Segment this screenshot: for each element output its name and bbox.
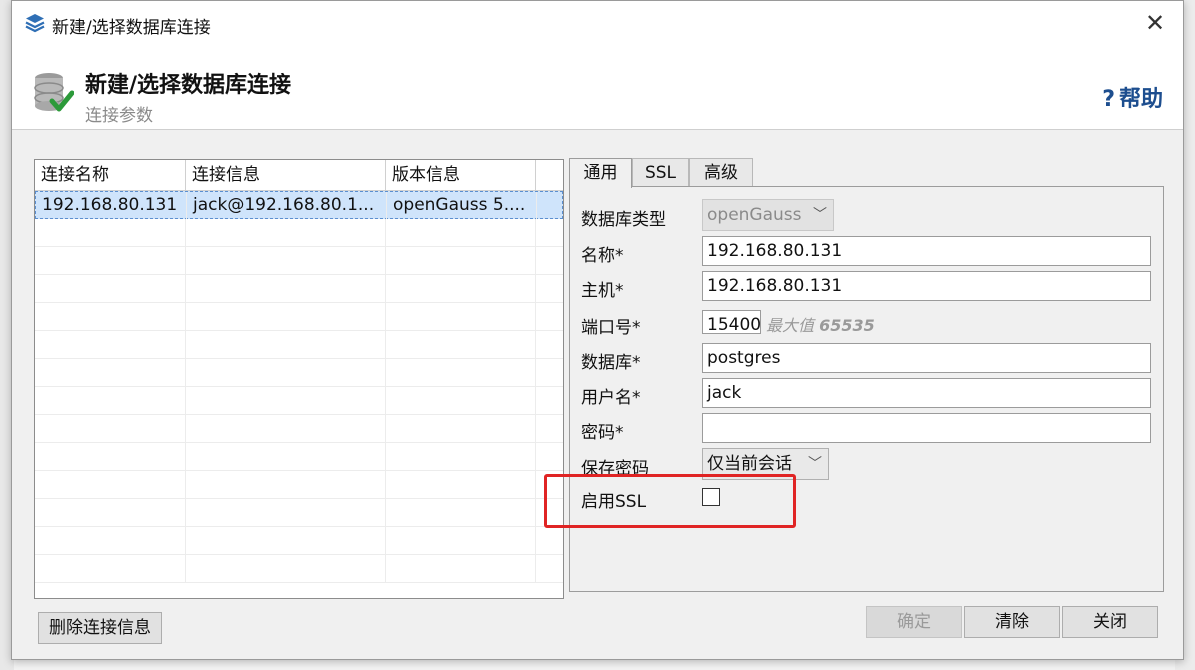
table-header: 连接名称 连接信息 版本信息 — [35, 160, 563, 191]
table-row-empty — [35, 303, 563, 331]
chevron-down-icon: ﹀ — [808, 456, 822, 472]
header-title: 新建/选择数据库连接 — [85, 73, 292, 98]
table-row-empty — [35, 219, 563, 247]
cell-connection-name: 192.168.80.131 — [36, 192, 187, 219]
name-label: 名称* — [581, 246, 624, 266]
title-bar: 新建/选择数据库连接 ✕ — [12, 1, 1183, 48]
port-max-hint: 最大值 65535 — [766, 312, 875, 336]
table-row-empty — [35, 555, 563, 583]
app-layers-icon — [25, 14, 45, 33]
username-label: 用户名* — [581, 388, 641, 408]
window-title: 新建/选择数据库连接 — [52, 18, 211, 38]
table-row-empty — [35, 499, 563, 527]
tab-general[interactable]: 通用 — [569, 158, 632, 188]
column-header-version[interactable]: 版本信息 — [386, 160, 536, 190]
column-header-info[interactable]: 连接信息 — [186, 160, 386, 190]
password-label: 密码* — [581, 423, 624, 443]
tab-ssl[interactable]: SSL — [632, 158, 689, 187]
host-input[interactable]: 192.168.80.131 — [702, 271, 1151, 301]
cell-connection-info: jack@192.168.80.1... — [187, 192, 387, 219]
table-row-empty — [35, 527, 563, 555]
table-row-empty — [35, 443, 563, 471]
table-row-empty — [35, 387, 563, 415]
chevron-down-icon: ﹀ — [813, 207, 827, 223]
database-check-icon — [34, 73, 74, 112]
delete-connection-button[interactable]: 删除连接信息 — [38, 612, 162, 644]
help-link[interactable]: ? 帮助 — [1102, 81, 1163, 113]
close-button[interactable]: 关闭 — [1062, 606, 1158, 638]
host-label: 主机* — [581, 281, 624, 301]
table-row-empty — [35, 247, 563, 275]
highlight-box — [544, 474, 796, 528]
table-row-empty — [35, 331, 563, 359]
question-mark-icon: ? — [1102, 87, 1115, 112]
cell-version-info: openGauss 5.... — [387, 192, 537, 219]
connection-dialog: 新建/选择数据库连接 ✕ 新建/选择数据库连接 连接参数 ? 帮助 连接名称 连接… — [11, 0, 1184, 660]
close-icon[interactable]: ✕ — [1141, 9, 1169, 37]
port-input[interactable]: 15400 — [702, 310, 761, 334]
table-row-empty — [35, 275, 563, 303]
help-label: 帮助 — [1118, 87, 1163, 112]
connection-table[interactable]: 连接名称 连接信息 版本信息 192.168.80.131 jack@192.1… — [34, 159, 564, 599]
port-label: 端口号* — [581, 318, 641, 338]
db-type-select: openGauss ﹀ — [702, 199, 834, 231]
name-input[interactable]: 192.168.80.131 — [702, 236, 1151, 266]
db-type-label: 数据库类型 — [581, 210, 666, 230]
ok-button[interactable]: 确定 — [866, 606, 962, 638]
table-row[interactable]: 192.168.80.131 jack@192.168.80.1... open… — [35, 191, 563, 219]
column-header-name[interactable]: 连接名称 — [35, 160, 186, 190]
db-type-value: openGauss — [707, 205, 802, 225]
port-hint-value: 65535 — [819, 316, 875, 335]
database-input[interactable]: postgres — [702, 343, 1151, 373]
clear-button[interactable]: 清除 — [964, 606, 1060, 638]
table-row-empty — [35, 415, 563, 443]
database-label: 数据库* — [581, 353, 641, 373]
username-input[interactable]: jack — [702, 378, 1151, 408]
password-input[interactable] — [702, 413, 1151, 443]
table-row-empty — [35, 359, 563, 387]
dialog-header: 新建/选择数据库连接 连接参数 ? 帮助 — [12, 47, 1183, 130]
port-hint-text: 最大值 — [766, 316, 815, 335]
tab-advanced[interactable]: 高级 — [689, 158, 753, 187]
save-password-value: 仅当前会话 — [707, 454, 792, 474]
header-subtitle: 连接参数 — [85, 106, 153, 126]
table-row-empty — [35, 471, 563, 499]
